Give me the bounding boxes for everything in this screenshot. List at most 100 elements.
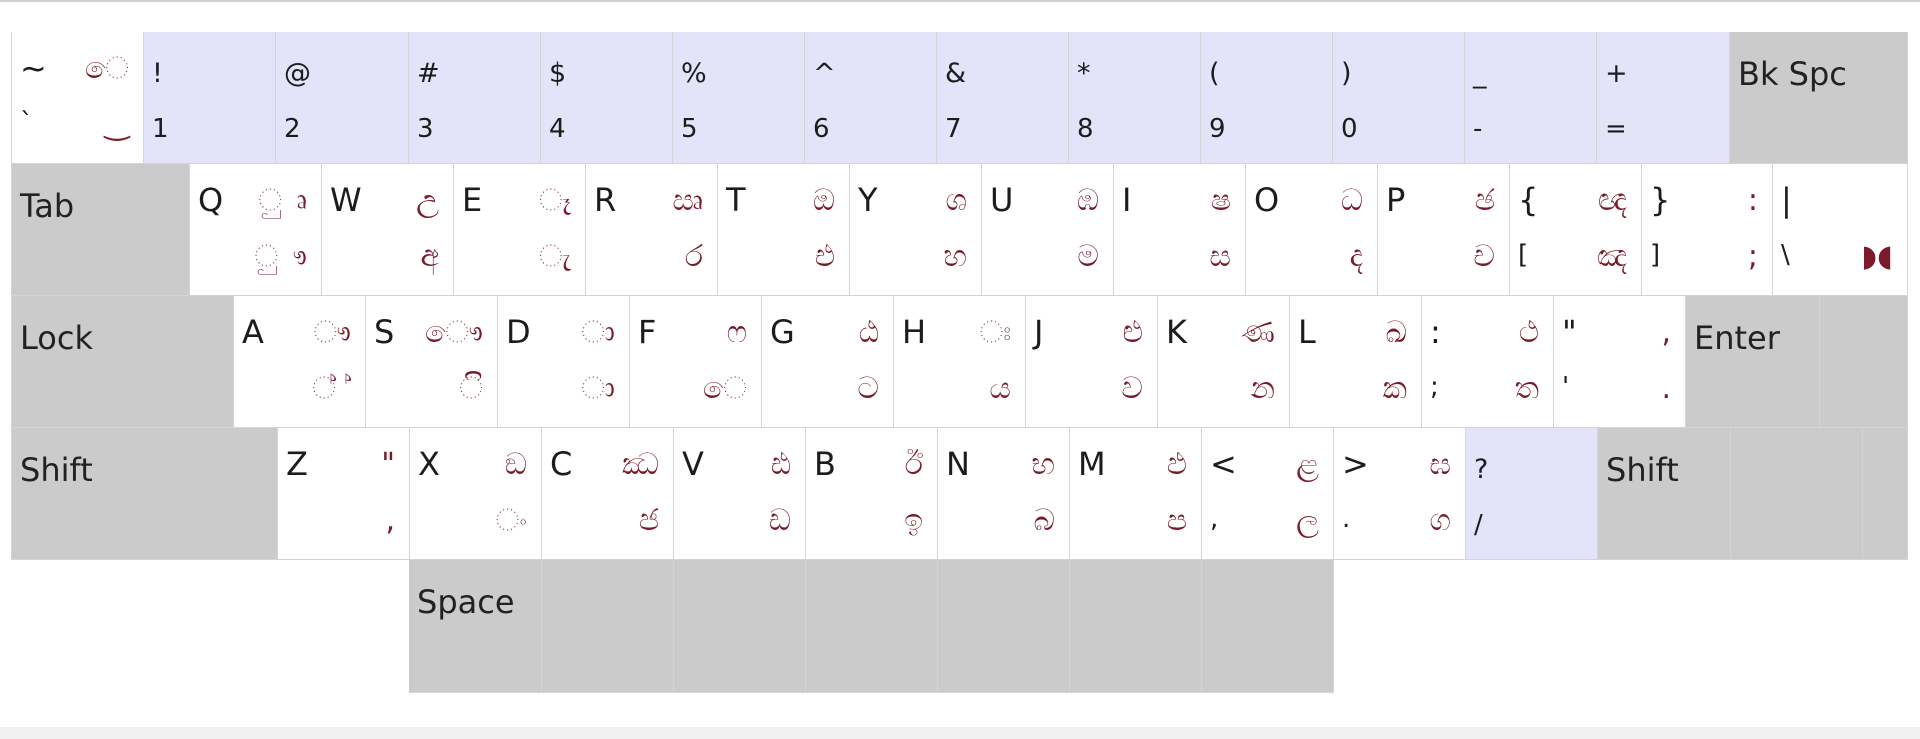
key-shift-label: L: [1298, 313, 1316, 351]
key-sinhala-base-glyph: ැ: [538, 239, 571, 274]
key-quote[interactable]: " ',.: [1554, 296, 1686, 428]
key-shift-label: :: [1430, 313, 1441, 351]
key-a[interactable]: Aෟ් ්: [234, 296, 366, 428]
key-equals[interactable]: + =: [1597, 32, 1730, 164]
key-sinhala-base-glyph: ි: [459, 371, 483, 406]
key-8[interactable]: * 8: [1069, 32, 1201, 164]
key-label: Space: [417, 583, 515, 621]
key-w[interactable]: W උඅ: [322, 164, 454, 296]
key-i[interactable]: I ෂස: [1114, 164, 1246, 296]
key-divider: [673, 560, 674, 692]
key-sinhala-base-glyph: අ: [420, 239, 439, 274]
key-base-label: 8: [1077, 114, 1094, 144]
key-shift-label: +: [1605, 58, 1628, 89]
key-z[interactable]: Z ",: [278, 428, 410, 560]
key-label: Shift: [20, 451, 93, 489]
key-1[interactable]: ! 1: [144, 32, 276, 164]
key-shift-label: ?: [1474, 454, 1489, 485]
key-sinhala-shift-glyph: ෞ: [425, 315, 483, 350]
key-sinhala-shift-glyph: ශ: [945, 183, 967, 218]
key-x[interactable]: X ඞං: [410, 428, 542, 560]
key-7[interactable]: & 7: [937, 32, 1069, 164]
key-tab[interactable]: Tab: [12, 164, 190, 296]
key-base-label: 3: [417, 114, 434, 144]
key-space[interactable]: Space: [409, 560, 1334, 693]
key-s[interactable]: Sෞි: [366, 296, 498, 428]
key-9[interactable]: (9: [1201, 32, 1333, 164]
key-sinhala-shift-glyph: ෑ: [538, 183, 571, 218]
key-lbracket[interactable]: {[ඥ ඤ: [1510, 164, 1642, 296]
key-enter[interactable]: Enter: [1686, 296, 1908, 428]
key-sinhala-base-glyph: .: [1661, 371, 1671, 406]
key-shift-label: A: [242, 313, 264, 351]
key-sinhala-base-glyph: ඤ: [1596, 239, 1627, 274]
key-shift-label: V: [682, 445, 704, 483]
key-3[interactable]: #3: [409, 32, 541, 164]
key-2[interactable]: @2: [276, 32, 409, 164]
key-q[interactable]: Qු ෘු ෟ: [190, 164, 322, 296]
key-n[interactable]: N භබ: [938, 428, 1070, 560]
key-sinhala-base-glyph: ල: [1296, 503, 1319, 538]
key-base-label: ;: [1430, 372, 1439, 402]
key-sinhala-shift-glyph: ඵ: [1166, 447, 1187, 482]
key-t[interactable]: T ඔඑ: [718, 164, 850, 296]
key-shift-label: >: [1342, 445, 1369, 483]
key-sinhala-base-glyph: ර: [684, 239, 703, 274]
key-m[interactable]: M ඵප: [1070, 428, 1202, 560]
key-label: Enter: [1694, 319, 1780, 357]
key-d[interactable]: Dාා: [498, 296, 630, 428]
key-shift-label: T: [726, 181, 746, 219]
key-p[interactable]: P ඡච: [1378, 164, 1510, 296]
key-r[interactable]: R ඍර: [586, 164, 718, 296]
key-rbracket[interactable]: }]:;: [1642, 164, 1773, 296]
key-y[interactable]: Y ශහ: [850, 164, 982, 296]
key-j[interactable]: J ළු ව: [1026, 296, 1158, 428]
key-sinhala-shift-glyph: ණ: [1241, 315, 1275, 350]
key-comma[interactable]: <, ළ ල: [1202, 428, 1334, 560]
key-base-label: ,: [1210, 504, 1219, 534]
key-sinhala-shift-glyph: ළු: [1122, 315, 1143, 350]
key-k[interactable]: K ණන: [1158, 296, 1290, 428]
key-u[interactable]: U ඹම: [982, 164, 1114, 296]
key-lshift[interactable]: Shift: [12, 428, 278, 560]
key-v[interactable]: V ඪඩ: [674, 428, 806, 560]
key-o[interactable]: O ධද: [1246, 164, 1378, 296]
key-minus[interactable]: _ -: [1465, 32, 1597, 164]
key-shift-label: ^: [813, 58, 836, 89]
key-sinhala-shift-glyph: ඛ: [1385, 315, 1407, 350]
key-sinhala-base-glyph: ග: [1429, 503, 1451, 538]
key-slash[interactable]: ? /: [1466, 428, 1598, 560]
key-sinhala-base-glyph: ච: [1473, 239, 1495, 274]
key-e[interactable]: Eෑැ: [454, 164, 586, 296]
key-sinhala-shift-glyph: ෟ: [313, 315, 351, 350]
key-shift-label: ): [1341, 58, 1352, 89]
key-semicolon[interactable]: :; ථ ත: [1422, 296, 1554, 428]
key-shift-label: @: [284, 58, 311, 89]
key-label: Shift: [1606, 451, 1679, 489]
key-l[interactable]: L ඛක: [1290, 296, 1422, 428]
key-backspace[interactable]: Bk Spc: [1730, 32, 1908, 164]
key-6[interactable]: ^ 6: [805, 32, 937, 164]
key-h[interactable]: Hඃ ය: [894, 296, 1026, 428]
key-c[interactable]: C ඣජ: [542, 428, 674, 560]
key-0[interactable]: ) 0: [1333, 32, 1465, 164]
key-g[interactable]: G ඨට: [762, 296, 894, 428]
key-shift-label: X: [418, 445, 440, 483]
key-shift-label: #: [417, 58, 440, 89]
key-backtick[interactable]: ~ `ෙ ‿: [12, 32, 144, 164]
key-period[interactable]: >. ඝ ග: [1334, 428, 1466, 560]
key-shift-label: R: [594, 181, 617, 219]
key-base-label: =: [1605, 114, 1627, 144]
key-shift-label: U: [990, 181, 1014, 219]
key-divider: [1730, 428, 1731, 559]
key-caps[interactable]: Lock: [12, 296, 234, 428]
key-5[interactable]: % 5: [673, 32, 805, 164]
key-b[interactable]: B ඊඉ: [806, 428, 938, 560]
keyboard-layout-diagram: ~ `ෙ ‿! 1 @2 #3 $4% 5 ^ 6 & 7 * 8(9) 0 _ - + = Bk Spc Tab Qු …: [0, 0, 1920, 739]
key-sinhala-base-glyph: ඉ: [904, 503, 923, 538]
key-f[interactable]: F ෆෙ: [630, 296, 762, 428]
key-sinhala-shift-glyph: ධ: [1340, 183, 1363, 218]
key-backslash[interactable]: | \ ◗◖: [1773, 164, 1908, 296]
key-rshift[interactable]: Shift: [1598, 428, 1908, 560]
key-4[interactable]: $4: [541, 32, 673, 164]
